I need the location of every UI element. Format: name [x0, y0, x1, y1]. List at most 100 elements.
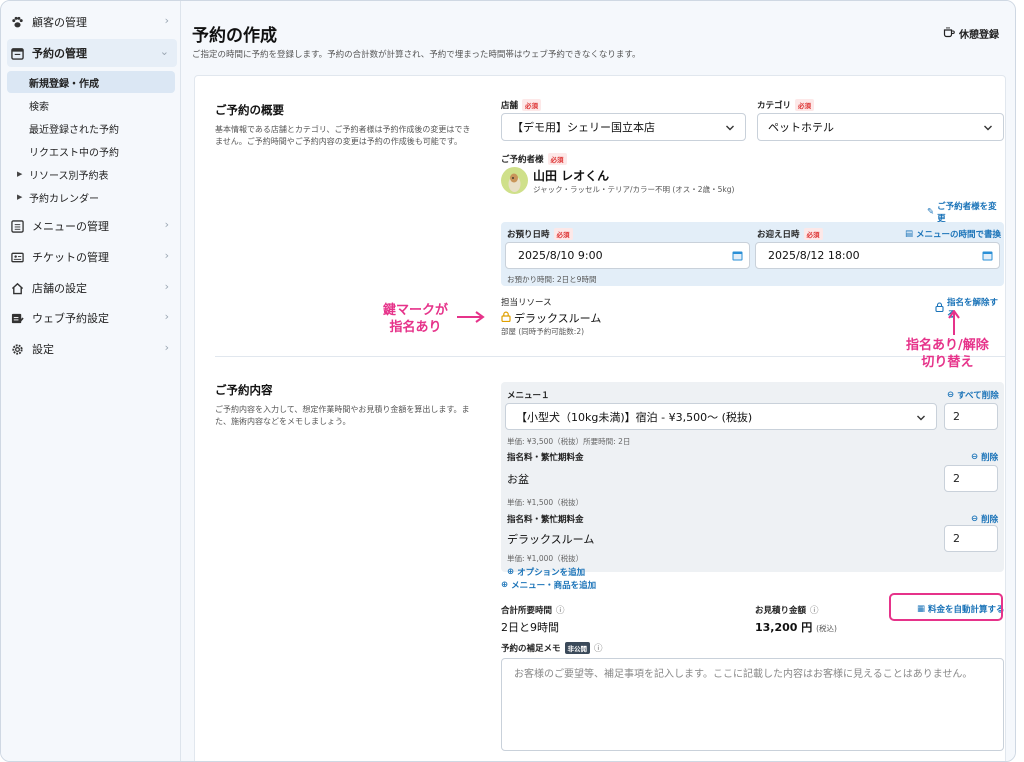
- sidebar-item-web-booking[interactable]: ウェブ予約設定 ›: [7, 304, 177, 332]
- checkin-label: お預り日時 必須: [507, 228, 573, 240]
- store-label: 店舗 必須: [501, 99, 542, 111]
- checkout-value: 2025/8/12 18:00: [768, 249, 860, 262]
- category-select[interactable]: ペットホテル: [757, 113, 1004, 141]
- store-select[interactable]: 【デモ用】シェリー国立本店: [501, 113, 746, 141]
- checkout-input[interactable]: 2025/8/12 18:00: [755, 242, 1000, 269]
- delete-all-link[interactable]: ⊖ すべて削除: [947, 389, 999, 401]
- change-customer-link[interactable]: ✎ ご予約者様を変更: [927, 200, 1005, 224]
- sidebar-item-store-settings[interactable]: 店舗の設定 ›: [7, 274, 177, 302]
- customer-label-text: ご予約者様: [501, 155, 544, 165]
- add-option-link[interactable]: ⊕ オプションを追加: [507, 566, 585, 578]
- memo-label-text: 予約の補足メモ: [501, 644, 561, 654]
- minus-circle-icon: ⊖: [971, 514, 979, 524]
- add-option-label: オプションを追加: [517, 568, 586, 578]
- menu-time-overwrite-link[interactable]: ▤ メニューの時間で書換: [905, 228, 1001, 240]
- avatar: [501, 167, 528, 194]
- unassign-resource-link[interactable]: 指名を解除する: [935, 296, 1005, 320]
- page-title: 予約の作成: [192, 26, 277, 46]
- fee1-note: 単価: ¥1,500（税抜）: [507, 498, 584, 507]
- main-content: 予約の作成 ご指定の時間に予約を登録します。予約の合計数が計算され、予約で埋まっ…: [182, 1, 1015, 761]
- resource-note: 部屋 (同時予約可能数:2): [501, 327, 585, 336]
- fee1-quantity-input[interactable]: 2: [944, 465, 998, 492]
- menu-label: メニュー１: [507, 391, 550, 401]
- annotation-lock: 鍵マークが 指名あり: [383, 302, 448, 336]
- required-badge: 必須: [547, 153, 567, 165]
- minus-circle-icon: ⊖: [971, 452, 979, 462]
- menu-select-value: 【小型犬（10kg未満)】宿泊 - ¥3,500〜 (税抜): [516, 410, 753, 424]
- web-edit-icon: [10, 311, 24, 325]
- chevron-down-icon: [984, 125, 992, 131]
- checkout-label: お迎え日時 必須: [757, 228, 823, 240]
- chevron-down-icon: [917, 415, 925, 421]
- sidebar-item-menus[interactable]: メニューの管理 ›: [7, 212, 177, 240]
- datetime-panel: お預り日時 必須 2025/8/10 9:00 お預かり時間: 2日と9時間 お迎…: [501, 222, 1004, 286]
- total-time-label-text: 合計所要時間: [501, 606, 553, 616]
- chevron-right-icon: ›: [164, 218, 169, 231]
- minus-circle-icon: ⊖: [947, 390, 955, 400]
- required-badge: 必須: [795, 99, 815, 111]
- fee2-delete-link[interactable]: ⊖ 削除: [971, 513, 998, 525]
- highlight-auto-calc: [889, 593, 1003, 621]
- paw-icon: [10, 15, 24, 29]
- break-register-button[interactable]: 休憩登録: [943, 26, 999, 41]
- annotation-toggle-line1: 指名あり/解除: [906, 338, 989, 353]
- fee2-note: 単価: ¥1,000（税抜）: [507, 554, 584, 563]
- required-badge: 必須: [803, 228, 823, 240]
- resource-value: デラックスルーム: [501, 310, 601, 326]
- overview-section-title: ご予約の概要: [215, 103, 284, 117]
- fee1-delete-link[interactable]: ⊖ 削除: [971, 451, 998, 463]
- sidebar-sub-search[interactable]: 検索: [7, 94, 175, 116]
- checkin-input[interactable]: 2025/8/10 9:00: [505, 242, 750, 269]
- calendar-icon: [732, 251, 743, 261]
- plus-circle-icon: ⊕: [507, 567, 515, 577]
- menu-quantity-input[interactable]: 2: [944, 403, 998, 430]
- help-icon: ⓘ: [810, 606, 819, 616]
- pencil-icon: ✎: [927, 207, 935, 217]
- add-menu-link[interactable]: ⊕ メニュー・商品を追加: [501, 579, 596, 591]
- sidebar-sub-new[interactable]: 新規登録・作成: [7, 71, 175, 93]
- list-icon: [10, 219, 24, 233]
- customer-detail: ジャック・ラッセル・テリア/カラー不明 (オス・2歳・5kg): [533, 185, 735, 194]
- menu-select[interactable]: 【小型犬（10kg未満)】宿泊 - ¥3,500〜 (税抜): [505, 403, 937, 430]
- section-divider: [215, 356, 1005, 357]
- sidebar-item-label: チケットの管理: [32, 251, 109, 264]
- sidebar-sub-requests[interactable]: リクエスト中の予約: [7, 140, 175, 162]
- estimate-value: 13,200 円 (税込): [755, 619, 837, 635]
- add-menu-label: メニュー・商品を追加: [511, 581, 597, 591]
- sidebar-item-tickets[interactable]: チケットの管理 ›: [7, 243, 177, 271]
- required-badge: 必須: [522, 99, 542, 111]
- category-label: カテゴリ 必須: [757, 99, 815, 111]
- delete-label: 削除: [981, 515, 999, 525]
- chevron-right-icon: ›: [164, 14, 169, 27]
- help-icon: ⓘ: [556, 606, 565, 616]
- fee2-quantity-input[interactable]: 2: [944, 525, 998, 552]
- sidebar-item-settings[interactable]: 設定 ›: [7, 335, 177, 363]
- total-time-value: 2日と9時間: [501, 621, 559, 634]
- fee1-name: お盆: [507, 473, 529, 486]
- memo-textarea[interactable]: お客様のご要望等、補足事項を記入します。ここに記載した内容はお客様に見えることは…: [501, 658, 1004, 751]
- arrow-right-icon: [457, 311, 485, 323]
- duration-note: お預かり時間: 2日と9時間: [507, 275, 597, 284]
- checkin-label-text: お預り日時: [507, 230, 550, 240]
- estimate-label-text: お見積り金額: [755, 606, 807, 616]
- sidebar-item-customers[interactable]: 顧客の管理 ›: [7, 8, 177, 36]
- annotation-toggle: 指名あり/解除 切り替え: [906, 337, 989, 371]
- help-icon: ⓘ: [594, 644, 603, 654]
- sidebar-sub-resource-table[interactable]: リソース別予約表: [7, 163, 175, 185]
- coffee-icon: [943, 26, 955, 41]
- home-icon: [10, 281, 24, 295]
- overview-section-desc: 基本情報である店舗とカテゴリ、ご予約者様は予約作成後の変更はできません。ご予約時…: [215, 125, 471, 146]
- menu-panel: メニュー１ ⊖ すべて削除 【小型犬（10kg未満)】宿泊 - ¥3,500〜 (…: [501, 382, 1004, 578]
- customer-name: 山田 レオくん: [533, 169, 610, 183]
- arrow-up-icon: [948, 310, 960, 335]
- chevron-right-icon: ›: [164, 341, 169, 354]
- content-section-title: ご予約内容: [215, 383, 273, 397]
- checkin-value: 2025/8/10 9:00: [518, 249, 603, 262]
- sidebar-sub-calendar[interactable]: 予約カレンダー: [7, 186, 175, 208]
- sidebar-sub-recent[interactable]: 最近登録された予約: [7, 117, 175, 139]
- delete-all-label: すべて削除: [957, 391, 999, 401]
- app-window: 顧客の管理 › 予約の管理 ⌄ 新規登録・作成 検索 最近登録された予約 リクエ…: [0, 0, 1016, 762]
- sidebar-item-label: 設定: [32, 343, 54, 356]
- gear-icon: [10, 342, 24, 356]
- sidebar-item-reservations[interactable]: 予約の管理 ⌄: [7, 39, 177, 67]
